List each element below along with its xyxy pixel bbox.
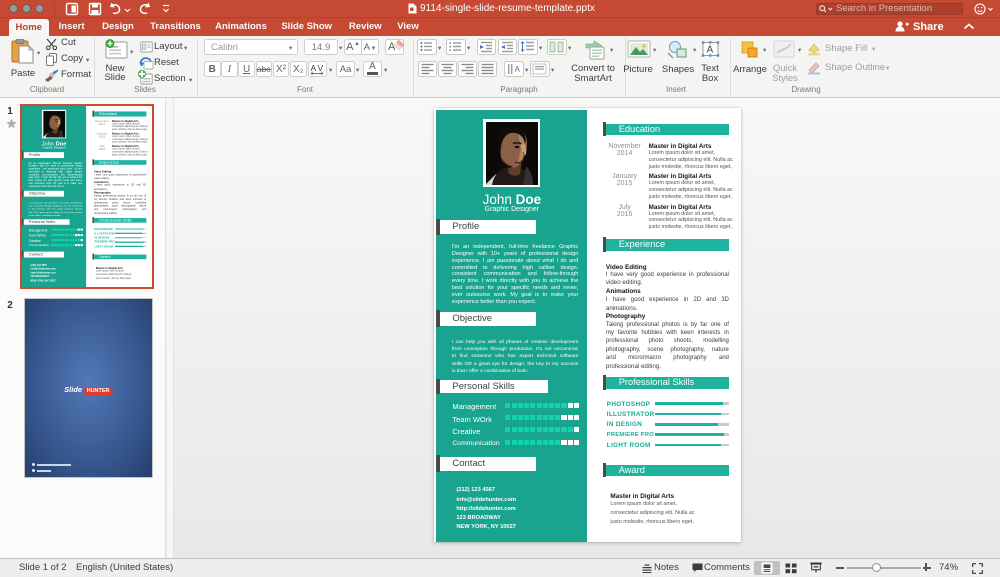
svg-text:A: A [515, 65, 521, 74]
svg-text:V: V [318, 63, 324, 73]
svg-text:A: A [707, 45, 714, 56]
svg-text:A: A [311, 63, 317, 73]
